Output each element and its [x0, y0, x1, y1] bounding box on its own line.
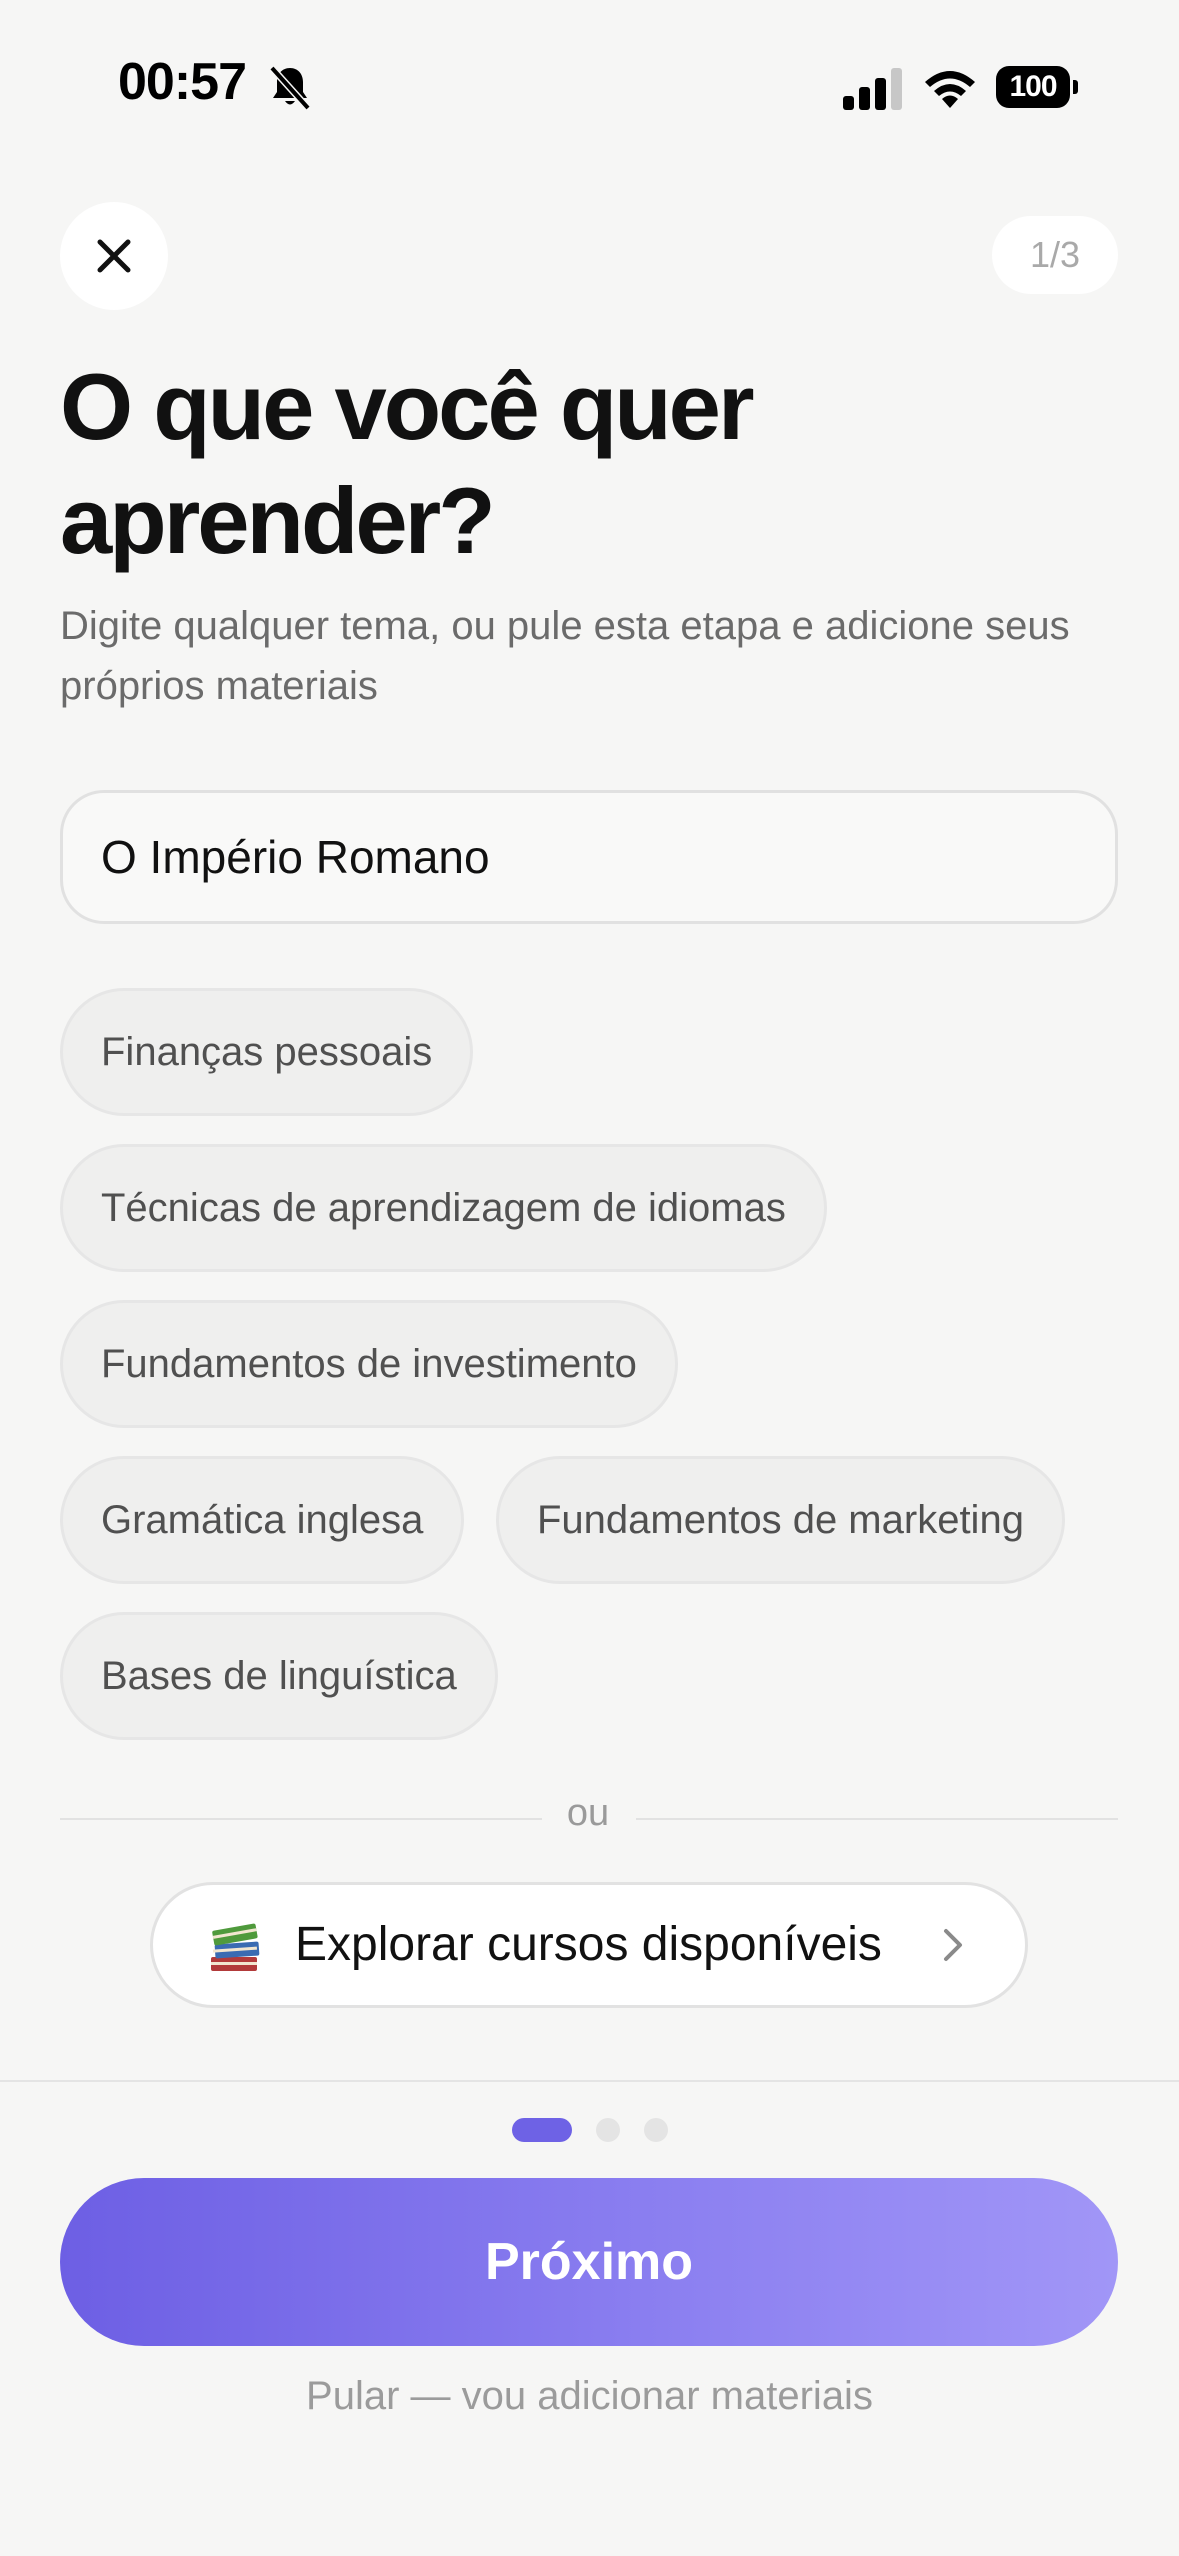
bell-slash-icon — [269, 65, 311, 111]
status-time: 00:57 — [118, 53, 247, 111]
page-dot-active — [512, 2118, 572, 2142]
suggestion-chip-marketing-basics[interactable]: Fundamentos de marketing — [496, 1456, 1065, 1584]
page-indicator — [0, 2118, 1179, 2142]
page-subtitle: Digite qualquer tema, ou pule esta etapa… — [60, 604, 1070, 708]
suggestion-chip-english-grammar[interactable]: Gramática inglesa — [60, 1456, 465, 1584]
battery-tip — [1073, 80, 1078, 94]
explore-courses-label: Explorar cursos disponíveis — [295, 1918, 882, 1971]
page-title: O que você quer aprender? — [60, 354, 755, 573]
battery-level: 100 — [996, 66, 1070, 108]
suggestion-chip-language-learning[interactable]: Técnicas de aprendizagem de idiomas — [60, 1144, 827, 1272]
divider-line-right — [636, 1818, 1118, 1820]
wifi-icon — [925, 71, 975, 108]
skip-link[interactable]: Pular — vou adicionar materiais — [0, 2374, 1179, 2419]
suggestion-chip-linguistics[interactable]: Bases de linguística — [60, 1612, 498, 1740]
close-icon — [97, 239, 131, 273]
divider-text: ou — [566, 1792, 610, 1834]
battery-icon: 100 — [996, 66, 1078, 108]
topic-input[interactable] — [60, 790, 1118, 924]
divider-line-left — [60, 1818, 542, 1820]
books-icon — [211, 1923, 260, 1971]
page-dot — [596, 2118, 620, 2142]
signal-icon — [843, 68, 902, 110]
suggestion-chip-personal-finance[interactable]: Finanças pessoais — [60, 988, 474, 1116]
status-bar: 00:57 100 — [0, 0, 1179, 170]
suggestion-chip-investment-basics[interactable]: Fundamentos de investimento — [60, 1300, 678, 1428]
explore-courses-button[interactable]: Explorar cursos disponíveis — [150, 1882, 1028, 2008]
close-button[interactable] — [60, 202, 168, 310]
bottom-separator — [0, 2080, 1179, 2082]
next-button[interactable]: Próximo — [60, 2178, 1118, 2346]
chevron-right-icon — [944, 1929, 962, 1961]
step-indicator: 1/3 — [992, 216, 1118, 294]
page-dot — [644, 2118, 668, 2142]
